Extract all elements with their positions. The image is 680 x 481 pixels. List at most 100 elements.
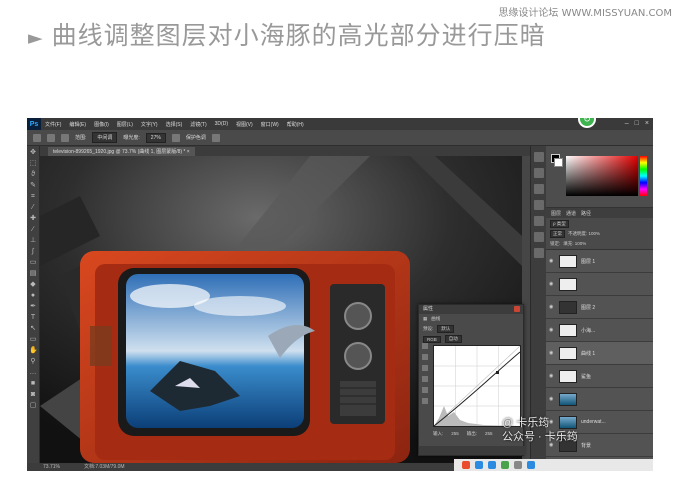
channel-select[interactable]: RGB bbox=[423, 335, 441, 343]
properties-panel-icon[interactable] bbox=[533, 232, 544, 242]
close-icon[interactable]: × bbox=[645, 119, 649, 129]
tray-app-icon[interactable] bbox=[475, 461, 483, 469]
eraser-tool-icon[interactable]: ▭ bbox=[29, 259, 37, 267]
visibility-eye-icon[interactable]: ◉ bbox=[549, 350, 555, 356]
tray-app-icon[interactable] bbox=[501, 461, 509, 469]
gradient-tool-icon[interactable]: ▤ bbox=[29, 270, 37, 278]
brush-tool-icon[interactable]: ∕ bbox=[29, 226, 37, 234]
stamp-tool-icon[interactable]: ⊥ bbox=[29, 237, 37, 245]
tab-channels[interactable]: 通道 bbox=[566, 210, 576, 217]
tray-app-icon[interactable] bbox=[488, 461, 496, 469]
black-point-eyedropper-icon[interactable] bbox=[422, 354, 428, 360]
info-panel-icon[interactable] bbox=[533, 248, 544, 258]
brush-size-icon[interactable] bbox=[47, 133, 55, 142]
lock-fill-row: 锁定: 填充: 100% bbox=[546, 240, 653, 248]
input-method-icon[interactable] bbox=[462, 461, 470, 469]
input-label: 输入: bbox=[433, 431, 444, 436]
white-point-eyedropper-icon[interactable] bbox=[422, 376, 428, 382]
layer-row[interactable]: ◉ bbox=[546, 388, 653, 411]
brush-panel-icon[interactable] bbox=[533, 184, 544, 194]
pencil-curve-icon[interactable] bbox=[422, 398, 428, 404]
visibility-eye-icon[interactable]: ◉ bbox=[549, 396, 555, 402]
quick-select-icon[interactable]: ✎ bbox=[29, 182, 37, 190]
history-brush-icon[interactable]: ∫ bbox=[29, 248, 37, 256]
tab-paths[interactable]: 路径 bbox=[581, 210, 591, 217]
crop-tool-icon[interactable]: ⌗ bbox=[29, 193, 37, 201]
menu-image[interactable]: 图像(I) bbox=[90, 121, 113, 128]
curves-graph[interactable] bbox=[433, 345, 521, 427]
burn-tool-icon[interactable] bbox=[33, 133, 41, 142]
layer-row[interactable]: ◉ bbox=[546, 273, 653, 296]
airbrush-icon[interactable] bbox=[171, 133, 180, 142]
type-tool-icon[interactable]: T bbox=[29, 314, 37, 322]
maximize-icon[interactable]: □ bbox=[635, 119, 639, 129]
blur-tool-icon[interactable]: ◆ bbox=[29, 281, 37, 289]
visibility-eye-icon[interactable]: ◉ bbox=[549, 304, 555, 310]
range-select[interactable]: 中间调 bbox=[92, 132, 118, 143]
auto-button[interactable]: 自动 bbox=[444, 335, 462, 343]
menu-layer[interactable]: 图层(L) bbox=[113, 121, 137, 128]
pressure-icon[interactable] bbox=[211, 133, 220, 142]
menu-file[interactable]: 文件(F) bbox=[41, 121, 65, 128]
dodge-tool-icon[interactable]: ● bbox=[29, 292, 37, 300]
curve-point-icon[interactable] bbox=[422, 387, 428, 393]
properties-close-icon[interactable] bbox=[514, 306, 520, 312]
document-tab[interactable]: television-899265_1920.jpg @ 73.7% (曲线 1… bbox=[48, 147, 195, 156]
screen-mode-icon[interactable]: ▢ bbox=[29, 402, 37, 410]
quick-mask-icon[interactable]: ◙ bbox=[29, 391, 37, 399]
menu-3d[interactable]: 3D(D) bbox=[211, 121, 232, 127]
layer-kind-filter[interactable]: ρ 类型 bbox=[550, 220, 569, 228]
menu-filter[interactable]: 滤镜(T) bbox=[186, 121, 210, 128]
actions-panel-icon[interactable] bbox=[533, 168, 544, 178]
menu-type[interactable]: 文字(Y) bbox=[137, 121, 162, 128]
color-field[interactable] bbox=[566, 156, 638, 196]
move-tool-icon[interactable]: ✥ bbox=[29, 149, 37, 157]
history-panel-icon[interactable] bbox=[533, 152, 544, 162]
exposure-input[interactable]: 27% bbox=[145, 132, 166, 143]
layer-row-selected[interactable]: ◉ 曲线 1 bbox=[546, 342, 653, 365]
visibility-eye-icon[interactable]: ◉ bbox=[549, 258, 555, 264]
path-select-icon[interactable]: ↖ bbox=[29, 325, 37, 333]
brush-panel-icon[interactable] bbox=[61, 133, 69, 142]
layer-row[interactable]: ◉ 图层 2 bbox=[546, 296, 653, 319]
preset-select[interactable]: 默认 bbox=[437, 325, 455, 333]
tray-app-icon[interactable] bbox=[514, 461, 522, 469]
zoom-level[interactable]: 73.71% bbox=[43, 463, 60, 471]
marquee-tool-icon[interactable]: ⬚ bbox=[29, 160, 37, 168]
menu-view[interactable]: 视图(V) bbox=[232, 121, 257, 128]
visibility-eye-icon[interactable]: ◉ bbox=[549, 281, 555, 287]
character-panel-icon[interactable] bbox=[533, 200, 544, 210]
visibility-eye-icon[interactable]: ◉ bbox=[549, 373, 555, 379]
eyedropper-tool-icon[interactable]: ⁄ bbox=[29, 204, 37, 212]
healing-tool-icon[interactable]: ✚ bbox=[29, 215, 37, 223]
more-tools-icon[interactable]: … bbox=[29, 369, 37, 377]
gray-point-eyedropper-icon[interactable] bbox=[422, 365, 428, 371]
on-image-adjust-icon[interactable] bbox=[422, 343, 428, 349]
layer-row[interactable]: ◉ 鲨鱼 bbox=[546, 365, 653, 388]
lasso-tool-icon[interactable]: ϑ bbox=[29, 171, 37, 179]
background-color-swatch[interactable] bbox=[554, 158, 563, 167]
hue-slider[interactable] bbox=[640, 156, 647, 196]
hand-tool-icon[interactable]: ✋ bbox=[29, 347, 38, 355]
layer-row[interactable]: ◉ 图层 1 bbox=[546, 250, 653, 273]
menu-help[interactable]: 帮助(H) bbox=[283, 121, 308, 128]
layer-row[interactable]: ◉ 小海... bbox=[546, 319, 653, 342]
fill-control[interactable]: 填充: 100% bbox=[563, 241, 586, 247]
protect-tones-checkbox[interactable]: 保护色调 bbox=[186, 134, 206, 141]
pen-tool-icon[interactable]: ✒ bbox=[29, 303, 37, 311]
opacity-control[interactable]: 不透明度: 100% bbox=[568, 231, 600, 237]
paragraph-panel-icon[interactable] bbox=[533, 216, 544, 226]
color-swatch-icon[interactable]: ■ bbox=[29, 380, 37, 388]
tray-app-icon[interactable] bbox=[527, 461, 535, 469]
shape-tool-icon[interactable]: ▭ bbox=[29, 336, 37, 344]
menu-select[interactable]: 选择(S) bbox=[162, 121, 187, 128]
visibility-eye-icon[interactable]: ◉ bbox=[549, 327, 555, 333]
minimize-icon[interactable]: – bbox=[625, 119, 629, 129]
blend-mode-select[interactable]: 正常 bbox=[550, 230, 565, 238]
menu-window[interactable]: 窗口(W) bbox=[257, 121, 283, 128]
menu-edit[interactable]: 编辑(E) bbox=[65, 121, 90, 128]
tab-layers[interactable]: 图层 bbox=[551, 210, 561, 217]
zoom-tool-icon[interactable]: ⚲ bbox=[29, 358, 37, 366]
input-value[interactable]: 255 bbox=[451, 431, 459, 437]
output-value[interactable]: 255 bbox=[485, 431, 493, 437]
